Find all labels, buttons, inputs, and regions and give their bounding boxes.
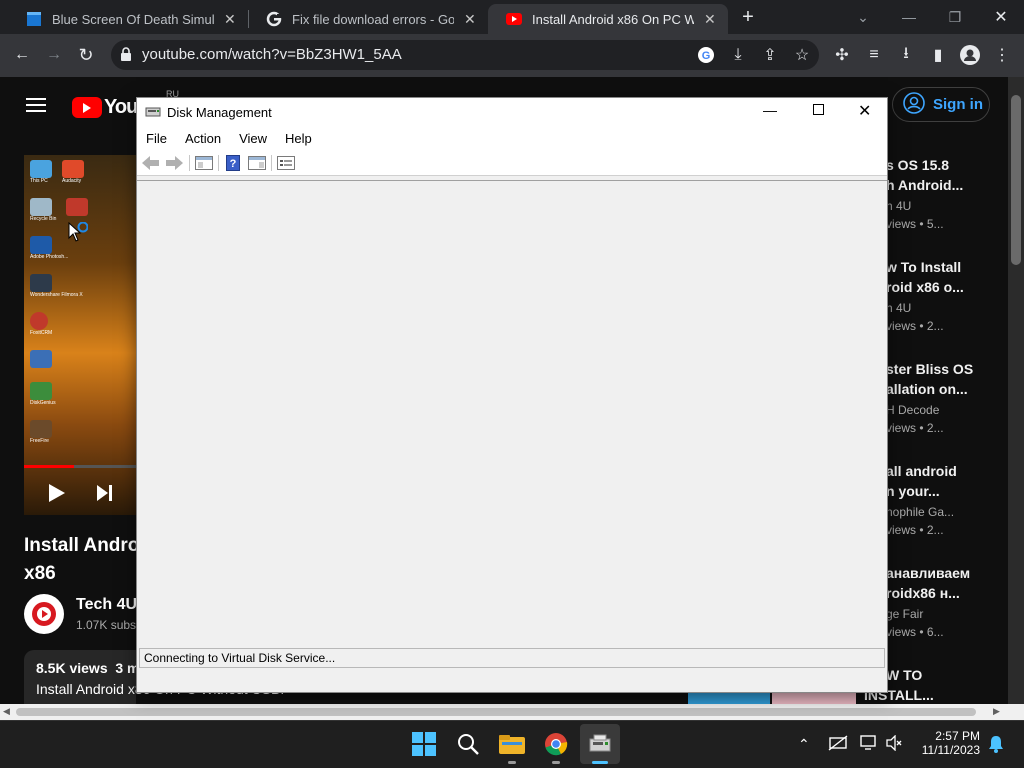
channel-avatar[interactable] (24, 594, 64, 634)
dm-maximize-button[interactable] (813, 104, 824, 115)
close-window-button[interactable]: ✕ (978, 0, 1024, 34)
tab-search-icon[interactable]: ⌄ (840, 0, 886, 34)
menu-kebab-icon[interactable]: ⋮ (992, 45, 1012, 65)
disk-management-icon (145, 105, 161, 119)
dm-close-button[interactable]: ✕ (858, 101, 871, 121)
notification-bell-icon[interactable] (988, 735, 1004, 758)
extensions-icon[interactable]: ✣ (832, 45, 852, 65)
chevron-up-icon[interactable]: ⌃ (798, 736, 810, 753)
search-icon[interactable] (448, 724, 488, 764)
svg-text:?: ? (230, 158, 237, 170)
lock-icon[interactable] (120, 47, 132, 66)
vertical-scrollbar[interactable] (1008, 77, 1024, 704)
properties-icon[interactable] (276, 154, 296, 172)
window-title: Disk Management (167, 104, 272, 120)
address-url[interactable]: youtube.com/watch?v=BbZ3HW1_5AA (142, 46, 402, 63)
side-panel-icon[interactable]: ▮ (928, 45, 948, 65)
google-lens-icon[interactable]: G (696, 45, 716, 65)
google-g-icon (266, 11, 282, 27)
bookmark-star-icon[interactable]: ☆ (792, 45, 812, 65)
menu-help[interactable]: Help (276, 131, 321, 146)
recommendation-thumbnail[interactable] (688, 692, 770, 704)
horizontal-scrollbar[interactable]: ◀ ▶ (0, 704, 1024, 720)
tab-install-android-x86[interactable]: Install Android x86 On PC Withou ✕ (488, 4, 728, 34)
close-tab-icon[interactable]: ✕ (224, 11, 238, 28)
svg-text:G: G (702, 50, 711, 62)
menu-bar: File Action View Help (137, 126, 887, 150)
share-icon[interactable]: ⇪ (760, 45, 780, 65)
disk-view-pane[interactable] (137, 180, 887, 646)
scroll-thumb[interactable] (16, 708, 976, 716)
start-icon[interactable] (404, 724, 444, 764)
minimize-button[interactable]: — (886, 0, 932, 34)
back-arrow-icon[interactable] (141, 154, 161, 172)
downloads-icon[interactable]: ⭳ (896, 45, 916, 65)
status-bar: Connecting to Virtual Disk Service... (139, 648, 885, 668)
sign-in-button[interactable]: Sign in (892, 87, 990, 122)
next-video-icon[interactable] (96, 484, 114, 507)
title-bar[interactable]: Disk Management — ✕ (137, 98, 887, 126)
window-blue-icon (26, 11, 42, 27)
youtube-icon (506, 11, 522, 27)
hamburger-icon[interactable] (26, 97, 46, 113)
recommendation-thumbnail[interactable] (772, 692, 856, 704)
scroll-thumb[interactable] (1011, 95, 1021, 265)
volume-muted-icon[interactable] (886, 734, 902, 756)
clock[interactable]: 2:57 PM 11/11/2023 (916, 729, 980, 757)
show-action-pane-icon[interactable] (247, 154, 267, 172)
running-indicator (508, 761, 516, 764)
video-desktop-icons: This PC Audacity Recycle Bin Adobe Photos… (30, 160, 90, 444)
network-icon[interactable] (828, 735, 848, 756)
file-explorer-icon[interactable] (492, 724, 532, 764)
play-icon[interactable] (48, 483, 66, 508)
chrome-icon[interactable] (536, 724, 576, 764)
install-app-icon[interactable]: ⤓ (728, 45, 748, 65)
mouse-cursor-icon (68, 221, 89, 249)
dm-toolbar: ? (137, 150, 887, 176)
tab-fix-download-errors[interactable]: Fix file download errors - Google ✕ (248, 4, 488, 34)
scroll-right-icon[interactable]: ▶ (993, 706, 1000, 717)
show-hide-tree-icon[interactable] (194, 154, 214, 172)
close-tab-icon[interactable]: ✕ (704, 11, 718, 28)
dm-minimize-button[interactable]: — (763, 102, 777, 118)
account-circle-icon (903, 91, 925, 118)
active-indicator (592, 761, 608, 764)
video-progress-bar[interactable] (24, 465, 136, 468)
running-indicator (552, 761, 560, 764)
menu-action[interactable]: Action (176, 131, 230, 146)
forward-arrow-icon[interactable] (165, 154, 185, 172)
restore-button[interactable]: ❐ (932, 0, 978, 34)
help-icon[interactable]: ? (223, 154, 243, 172)
forward-icon[interactable]: → (42, 44, 66, 66)
channel-name[interactable]: Tech 4U (76, 596, 137, 614)
reload-icon[interactable]: ↻ (74, 44, 98, 66)
youtube-play-icon (72, 97, 102, 118)
display-icon[interactable] (860, 735, 880, 756)
video-title: Install Androi x86 (24, 535, 145, 584)
menu-file[interactable]: File (137, 131, 176, 146)
disk-management-icon[interactable] (580, 724, 620, 764)
video-stats: 8.5K views 3 m (36, 660, 140, 676)
scroll-left-icon[interactable]: ◀ (3, 706, 10, 717)
tab-bsod-simulator[interactable]: Blue Screen Of Death Simulator E ✕ (8, 4, 248, 34)
media-queue-icon[interactable]: ≡ (864, 45, 884, 65)
back-icon[interactable]: ← (10, 44, 34, 66)
disk-management-window[interactable]: Disk Management — ✕ File Action View Hel… (136, 97, 888, 693)
close-tab-icon[interactable]: ✕ (464, 11, 478, 28)
new-tab-button[interactable]: + (736, 6, 760, 28)
subscriber-count: 1.07K subs (76, 618, 137, 632)
profile-icon[interactable] (960, 45, 980, 65)
menu-view[interactable]: View (230, 131, 276, 146)
